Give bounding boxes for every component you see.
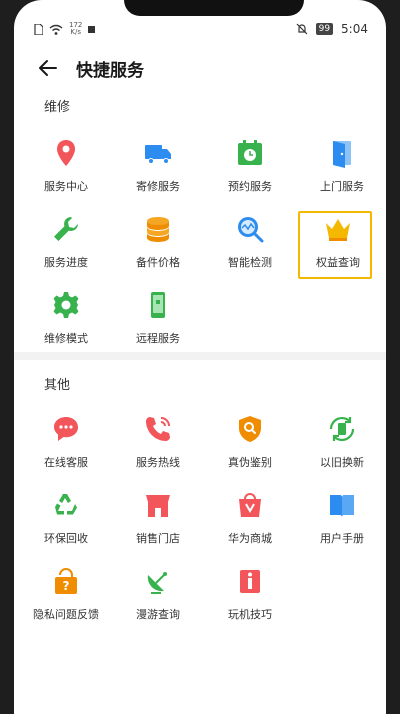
roaming-query-button[interactable]: 漫游查询 — [112, 566, 204, 636]
hotline-button[interactable]: 服务热线 — [112, 414, 204, 484]
camera-notch — [124, 0, 304, 16]
service-center-button[interactable]: 服务中心 — [20, 138, 112, 208]
mail-in-repair-button[interactable]: 寄修服务 — [112, 138, 204, 208]
huawei-mall-button[interactable]: 华为商城 — [204, 490, 296, 560]
phone-remote-icon — [151, 292, 165, 318]
page-title: 快捷服务 — [76, 61, 144, 81]
section-divider — [14, 352, 386, 360]
satellite-dish-icon — [147, 572, 167, 594]
authenticity-check-button[interactable]: 真伪鉴别 — [204, 414, 296, 484]
service-progress-button[interactable]: 服务进度 — [20, 214, 112, 284]
mute-bell-icon — [296, 23, 308, 35]
phone-tips-button[interactable]: 玩机技巧 — [204, 566, 296, 636]
coins-icon — [147, 217, 169, 242]
shopping-bag-icon — [239, 493, 261, 517]
privacy-help-icon: ? — [55, 568, 77, 594]
privacy-feedback-button[interactable]: ? 隐私问题反馈 — [20, 566, 112, 636]
clock: 5:04 — [341, 22, 368, 36]
trade-in-icon — [329, 417, 355, 441]
appointment-button[interactable]: 预约服务 — [204, 138, 296, 208]
notification-icon — [88, 25, 96, 33]
back-arrow-icon[interactable] — [36, 56, 60, 80]
book-icon — [330, 495, 354, 517]
crown-icon — [326, 219, 350, 241]
parts-price-button[interactable]: 备件价格 — [112, 214, 204, 284]
home-service-button[interactable]: 上门服务 — [296, 138, 386, 208]
network-speed: 172 K/s — [69, 21, 83, 36]
remote-service-button[interactable]: 远程服务 — [112, 290, 204, 360]
svg-text:?: ? — [63, 579, 70, 593]
section-title-other: 其他 — [44, 378, 71, 393]
truck-icon — [145, 145, 171, 164]
retail-store-button[interactable]: 销售门店 — [112, 490, 204, 560]
tips-icon — [240, 570, 260, 593]
user-manual-button[interactable]: 用户手册 — [296, 490, 386, 560]
shield-search-icon — [239, 416, 261, 442]
status-bar: 172 K/s 99 5:04 — [14, 18, 386, 42]
trade-in-button[interactable]: 以旧换新 — [296, 414, 386, 484]
gear-icon — [53, 292, 79, 318]
section-title-repair: 维修 — [44, 100, 71, 115]
repair-mode-button[interactable]: 维修模式 — [20, 290, 112, 360]
diagnostic-icon — [238, 217, 264, 243]
chat-bubble-icon — [54, 417, 78, 441]
app-header: 快捷服务 — [14, 50, 386, 86]
phone-screen: 172 K/s 99 5:04 快捷服务 维修 服务中心 寄修服务 预约服务 上… — [14, 0, 386, 714]
store-icon — [146, 495, 170, 517]
wifi-icon — [49, 24, 63, 35]
phone-call-icon — [146, 417, 170, 441]
benefits-query-button[interactable]: 权益查询 — [292, 214, 384, 284]
door-icon — [333, 141, 351, 168]
wrench-icon — [54, 217, 78, 241]
recycle-icon — [55, 494, 77, 515]
online-support-button[interactable]: 在线客服 — [20, 414, 112, 484]
location-pin-icon — [57, 140, 75, 166]
battery-indicator: 99 — [315, 23, 334, 35]
recycling-button[interactable]: 环保回收 — [20, 490, 112, 560]
smart-diagnosis-button[interactable]: 智能检测 — [204, 214, 296, 284]
calendar-clock-icon — [238, 140, 262, 165]
sim-card-icon — [34, 23, 43, 35]
